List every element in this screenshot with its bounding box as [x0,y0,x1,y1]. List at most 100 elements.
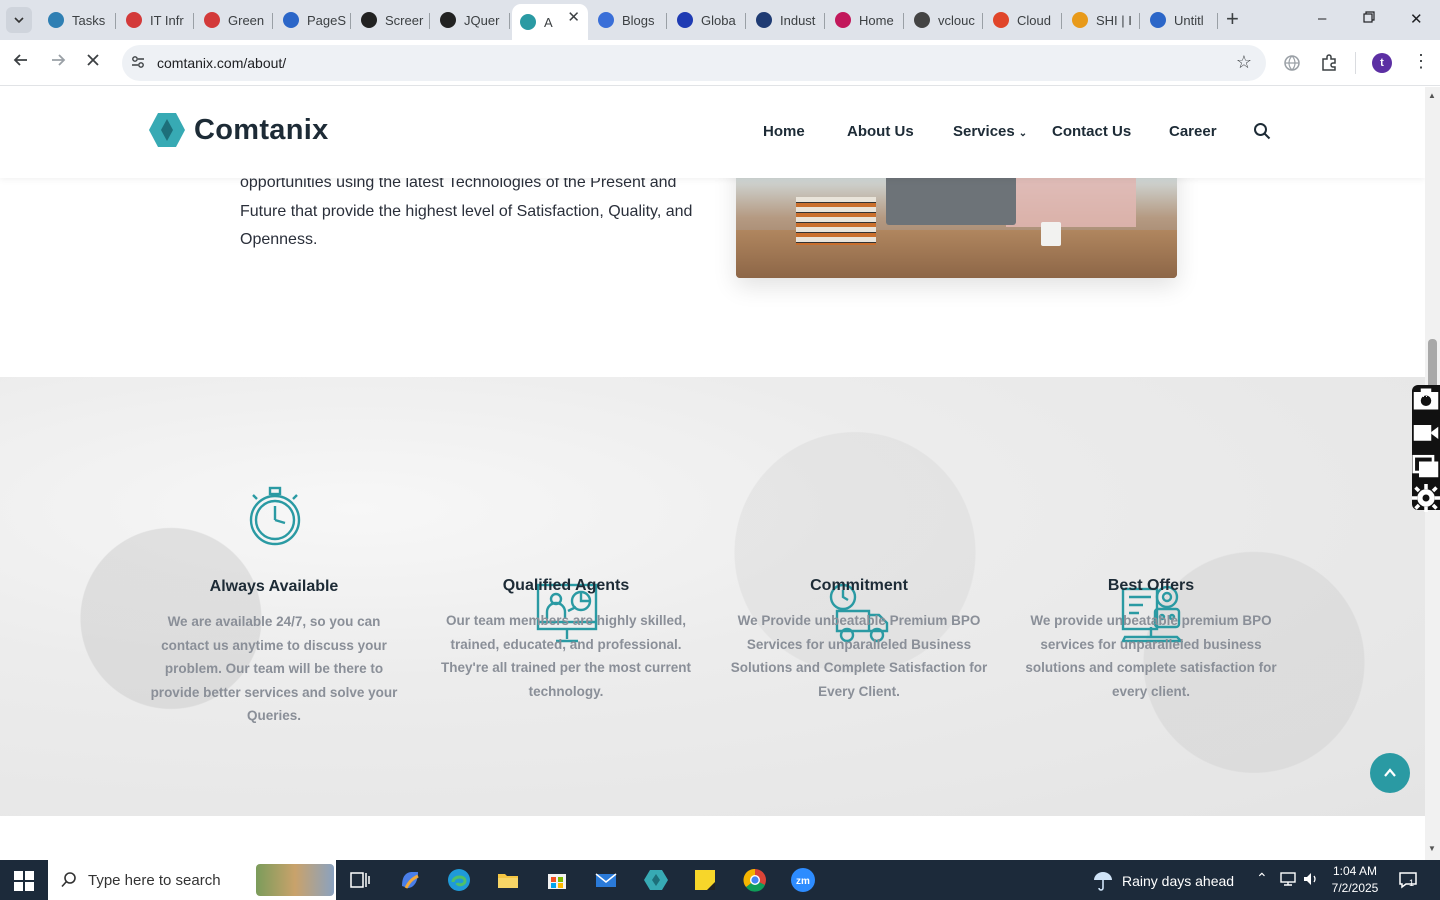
browser-tab[interactable]: vclouc [914,6,983,34]
volume-icon[interactable] [1302,870,1320,888]
widget-handle-icon[interactable]: ⋯ [1419,391,1435,407]
browser-tab[interactable]: Cloud [993,6,1062,34]
forward-button[interactable] [50,52,66,73]
edge-browser-icon[interactable] [445,866,473,894]
clock-time: 1:04 AM [1332,864,1378,878]
browser-tab[interactable]: Indust [756,6,825,34]
tab-separator [429,13,430,29]
feature-description: Our team members are highly skilled, tra… [440,613,692,699]
globe-tab-icon [914,12,930,28]
tab-separator [903,13,904,29]
extensions-puzzle-icon[interactable] [1319,53,1339,73]
microsoft-store-icon[interactable] [543,866,571,894]
forward-arrow-icon [52,54,66,66]
close-window-button[interactable]: ✕ [1410,10,1423,28]
new-tab-button[interactable]: + [1226,8,1239,30]
scroll-down-arrow-icon[interactable]: ▼ [1428,844,1436,853]
mail-icon[interactable] [592,866,620,894]
network-icon[interactable] [1279,870,1297,888]
diamond-tab-icon [204,12,220,28]
browser-tab[interactable]: Globa [677,6,746,34]
bookmark-star-icon[interactable]: ☆ [1236,52,1252,73]
tab-strip: Tasks IT Infr Green PageS Screer JQuer A ✕ Blogs… [0,0,1440,40]
app-tab-icon [835,12,851,28]
nav-services[interactable]: Services ⌄ [953,123,1027,140]
site-info-icon[interactable] [130,54,146,70]
sticky-notes-icon[interactable] [691,866,719,894]
restore-icon [1363,11,1375,23]
tab-title: Tasks [72,12,106,28]
close-icon [87,54,99,66]
search-icon [61,872,76,888]
browser-tab[interactable]: PageS [283,6,351,34]
check-tab-icon [756,12,772,28]
restore-button[interactable] [1363,10,1375,27]
close-tab-icon[interactable]: ✕ [567,8,580,26]
comtanix-app-icon[interactable] [642,866,670,894]
feature-description: We provide unbeatable premium BPO servic… [1025,613,1277,699]
tab-separator [509,13,510,29]
browser-tab[interactable]: Tasks [48,6,116,34]
doc-tab-icon [1150,12,1166,28]
scale-tab-icon [598,12,614,28]
compass-tab-icon [48,12,64,28]
weather-widget[interactable]: Rainy days ahead [1092,870,1234,892]
toolbar-divider [1355,52,1356,74]
tab-title: SHI | I [1096,12,1132,28]
tab-separator [982,13,983,29]
zoom-app-icon[interactable]: zm [789,866,817,894]
tab-title: IT Infr [150,12,184,28]
feature-title: Commitment [810,577,908,594]
browser-tab[interactable]: IT Infr [126,6,194,34]
minimize-button[interactable]: – [1318,10,1326,27]
browser-tab[interactable]: SHI | I [1072,6,1140,34]
browser-menu-icon[interactable]: ⋮ [1412,51,1430,72]
ring-tab-icon [1072,12,1088,28]
capture-widget: ⋯ [1412,385,1440,512]
chevron-down-icon: ⌄ [1018,128,1028,139]
taskbar-search-box[interactable]: Type here to search [48,860,336,900]
chrome-icon[interactable] [741,866,769,894]
site-logo[interactable]: Comtanix [148,112,329,148]
feature-title: Best Offers [1107,577,1195,594]
nav-home[interactable]: Home [763,123,805,140]
scroll-to-top-button[interactable] [1370,753,1410,793]
address-bar[interactable]: comtanix.com/about/ ☆ [122,45,1266,81]
system-clock[interactable]: 1:04 AM 7/2/2025 [1320,863,1390,897]
browser-tab[interactable]: Green [204,6,273,34]
browser-tab[interactable]: Blogs [598,6,667,34]
nav-contact-us[interactable]: Contact Us [1052,123,1131,140]
browser-tab[interactable]: Home [835,6,904,34]
comtanix-tab-icon [520,14,536,30]
tab-title: vclouc [938,12,975,28]
tab-title: JQuer [464,12,500,28]
scroll-up-arrow-icon[interactable]: ▲ [1428,91,1436,100]
browser-tab[interactable]: Untitl [1150,6,1218,34]
copilot-icon[interactable] [396,866,424,894]
translate-globe-icon[interactable] [1282,53,1302,73]
nav-about-us[interactable]: About Us [847,123,914,140]
browser-tab[interactable]: Screer [361,6,430,34]
video-camera-icon[interactable] [1412,418,1440,446]
notification-icon [1399,872,1417,889]
search-icon[interactable] [1253,122,1271,140]
tab-title: Green [228,12,265,28]
site-header: Comtanix Home About Us Services ⌄ Contact… [0,87,1425,178]
notification-center[interactable]: 1 [1398,870,1418,890]
browser-tab[interactable]: A ✕ [512,4,588,40]
back-button[interactable] [13,52,29,73]
tray-overflow-chevron-icon[interactable]: ⌃ [1256,870,1268,887]
tab-separator [1061,13,1062,29]
windows-icon[interactable] [1412,451,1440,479]
windows-start-icon[interactable] [14,871,34,891]
speed-tab-icon [283,12,299,28]
stop-loading-button[interactable] [86,51,100,72]
nav-career[interactable]: Career [1169,123,1217,140]
gear-icon[interactable] [1412,484,1440,512]
browser-tab[interactable]: JQuer [440,6,510,34]
url-text[interactable]: comtanix.com/about/ [157,55,286,71]
profile-avatar[interactable]: t [1372,53,1392,73]
file-explorer-icon[interactable] [494,866,522,894]
task-view-icon[interactable] [346,866,374,894]
tab-search-button[interactable] [6,7,32,33]
